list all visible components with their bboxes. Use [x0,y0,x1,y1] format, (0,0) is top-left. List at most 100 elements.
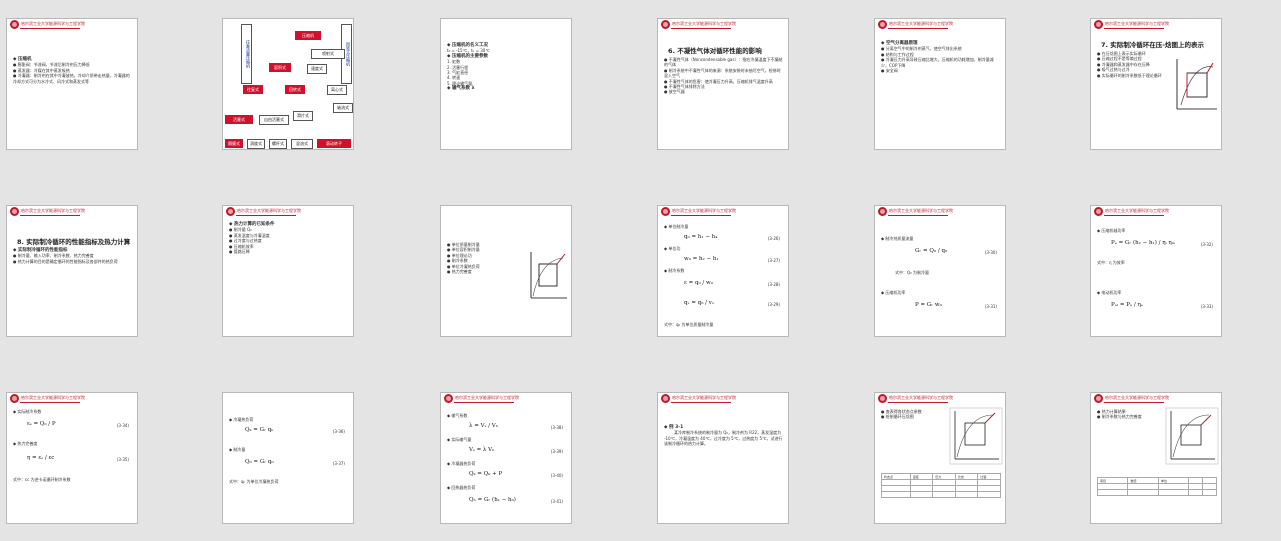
slide-thumbnail-5[interactable]: 哈尔滨工业大学能源科学与工程学院 ◆ 空气分离器原理 ● 分离空气中的制冷剂蒸气… [874,18,1006,150]
slide-header: 哈尔滨工业大学能源科学与工程学院 [658,393,788,406]
bullet: ◆ 制冷系数 [664,268,685,273]
slide-thumbnail-9[interactable]: ● 单位质量制冷量 ● 单位容积制冷量 ● 单位理论功 ● 制冷系数 ● 单位冷… [440,205,572,337]
slide-header: 哈尔滨工业大学能源科学与工程学院 [1091,206,1221,219]
equation-number: (3-37) [332,461,345,466]
slide-thumbnail-4[interactable]: 哈尔滨工业大学能源科学与工程学院 6. 不凝性气体对循环性能的影响 ● 不凝性气… [657,18,789,150]
node-axial: 轴流式 [333,103,353,113]
university-logo-icon [661,20,670,29]
slide-thumbnail-7[interactable]: 哈尔滨工业大学能源科学与工程学院 8. 实际制冷循环的性能指标及热力计算 ◆ 实… [6,205,138,337]
slide-title: 8. 实际制冷循环的性能指标及热力计算 [17,238,131,246]
ph-diagram-icon [1176,59,1217,110]
equation: q₀ = h₁ − h₄ [684,234,718,240]
bullet: 式中：Q₀ 为制冷量 [895,270,930,275]
slide-body: ◆ 压缩机 ● 膨胀阀：节流阀，节流后制冷剂压力降低 ● 蒸发器：冷媒在其中蒸发… [13,57,132,84]
university-logo-icon [661,207,670,216]
bullet: ◆ 电动机功率 [1097,290,1122,295]
bullet: ● 热力完善度 [447,269,472,275]
bullet: ● 制冷系统中不凝性气体的来源：系统安装时未抽尽空气，检修时混入空气 [664,67,781,79]
bullet: ◆ 热力完善度 [13,441,38,446]
equation-number: (3-33) [1200,304,1213,309]
university-logo-icon [661,394,670,403]
university-logo-icon [1094,20,1103,29]
node-vortex: 涡旋式 [247,139,265,149]
bullet: ◆ 实际输气量 [447,437,472,442]
bullet: ◆ 冷凝器热负荷 [447,461,476,466]
slide-body: ● 查表得各状态点参数 ● 绘制循环压焓图 [881,409,945,420]
bullet: ● 制冷系数与热力完善度 [1097,414,1142,420]
bullet: ● 冷凝压力升高导致压缩比增大，压缩机的功耗增加，制冷量减少，COP下降 [881,57,994,68]
equation-number: (3-38) [550,425,563,430]
slide-thumbnail-17[interactable]: 哈尔滨工业大学能源科学与工程学院 ● 查表得各状态点参数 ● 绘制循环压焓图 状… [874,392,1006,524]
node-rotary: 回转式 [285,85,305,94]
university-logo-icon [1094,207,1103,216]
equation: Gᵣ = Q₀ / q₀ [915,248,948,254]
equation-number: (3-39) [550,449,563,454]
slide-thumbnail-16[interactable]: 哈尔滨工业大学能源科学与工程学院 ◆ 例 3-1 某冷库制冷系统的制冷量为 Q₀… [657,392,789,524]
slide-thumbnail-15[interactable]: 哈尔滨工业大学能源科学与工程学院 ◆ 输气系数 λ = Vₛ / Vₕ (3-3… [440,392,572,524]
university-logo-icon [878,207,887,216]
slide-thumbnail-1[interactable]: 哈尔滨工业大学能源科学与工程学院 ◆ 压缩机 ● 膨胀阀：节流阀，节流后制冷剂压… [6,18,138,150]
node-mixed: 混流式 [291,139,313,149]
equation-number: (3-32) [1200,242,1213,247]
slide-thumbnail-6[interactable]: 哈尔滨工业大学能源科学与工程学院 7. 实际制冷循环在压-焓图上的表示 ● 在压… [1090,18,1222,150]
bullet: ◆ 单位功 [664,246,681,251]
equation-number: (3-27) [767,258,780,263]
slide-body: ◆ 空气分离器原理 ● 分离空气中的制冷剂蒸气，使空气排出系统 ● 结构与工作过… [881,41,1000,73]
slide-thumbnail-12[interactable]: 哈尔滨工业大学能源科学与工程学院 ◆ 压缩机轴功率 Pₑ = Gᵣ (h₂ − … [1090,205,1222,337]
university-logo-icon [878,20,887,29]
equation-number: (3-35) [116,457,129,462]
slide-thumbnail-18[interactable]: 哈尔滨工业大学能源科学与工程学院 ● 热力计算结果 ● 制冷系数与热力完善度 项… [1090,392,1222,524]
node-rolling: 滚动转子 [317,139,351,148]
node-piston: 活塞式 [225,115,253,124]
bullet: ◆ 单位制冷量 [664,224,689,229]
bullet: ● 管路压降 [229,249,250,255]
node-free: 自由活塞式 [259,115,289,125]
bullet: ◆ 冷凝热负荷 [229,417,254,422]
equation: w₀ = h₂ − h₁ [684,256,719,262]
university-logo-icon [1094,394,1103,403]
slide-thumbnail-14[interactable]: ◆ 冷凝热负荷 Qₖ = Gᵣ qₖ (3-36) ◆ 制冷量 Q₀ = Gᵣ … [222,392,354,524]
slide-thumbnail-10[interactable]: 哈尔滨工业大学能源科学与工程学院 ◆ 单位制冷量 q₀ = h₁ − h₄ (3… [657,205,789,337]
slide-thumbnail-11[interactable]: 哈尔滨工业大学能源科学与工程学院 ◆ 制冷剂质量流量 Gᵣ = Q₀ / q₀ … [874,205,1006,337]
node-jet: 喷射式 [311,49,345,59]
slide-sorter-grid: 哈尔滨工业大学能源科学与工程学院 ◆ 压缩机 ● 膨胀阀：节流阀，节流后制冷剂压… [0,0,1281,541]
bullet: ◆ 输气系数 λ [447,86,475,92]
node-diaphragm: 隔膜式 [225,139,243,148]
bullet: ● 热力计算的目的是确定循环的性能指标及各部件的热负荷 [13,258,118,264]
slide-thumbnail-8[interactable]: 哈尔滨工业大学能源科学与工程学院 ◆ 热力计算的已知条件 ● 制冷量 Q₀ ● … [222,205,354,337]
university-logo-icon [444,394,453,403]
equation-number: (3-34) [116,423,129,428]
equation-number: (3-31) [984,304,997,309]
slide-header: 哈尔滨工业大学能源科学与工程学院 [658,206,788,219]
slide-thumbnail-2[interactable]: 往复活塞压缩机 回转式压缩机 压缩机 容积式 速度式 喷射式 往复式 回转式 离… [222,18,354,150]
ph-diagram-icon [949,407,1003,465]
equation: Pₑₗ = Pₑ / ηₑ [1111,302,1143,308]
slide-body: ● 在压焓图上表示实际循环 ● 压缩过程不是等熵过程 ● 冷凝器和蒸发器中存在压… [1097,51,1171,78]
equation: qᵥ = q₀ / v₁ [684,300,715,306]
slide-body: ● 热力计算结果 ● 制冷系数与热力完善度 [1097,409,1161,420]
bullet: 式中：η 为效率 [1097,260,1125,265]
bullet: ◆ 输气系数 [447,413,468,418]
university-logo-icon [10,20,19,29]
slide-title: 6. 不凝性气体对循环性能的影响 [668,47,762,55]
state-table: 状态点 温度 压力 比焓 比容 [881,473,1001,498]
equation-number: (3-28) [767,282,780,287]
bullet: ● 不凝性气体（Noncondensable gas）：指在冷凝温度下不凝结的气… [664,57,783,68]
slide-thumbnail-3[interactable]: ◆ 压缩机的名义工况 t₀ = -15℃，tₖ = 30℃ ◆ 压缩机的主要参数… [440,18,572,150]
slide-title: 7. 实际制冷循环在压-焓图上的表示 [1101,41,1204,49]
bullet: 式中：qₖ 为单位冷凝热负荷 [229,479,279,484]
slide-header: 哈尔滨工业大学能源科学与工程学院 [658,19,788,32]
equation: P = Gᵣ w₀ [915,302,942,308]
equation: Qₖ = Gᵣ qₖ [245,427,274,433]
bullet: ◆ 压缩机功率 [881,290,906,295]
university-logo-icon [878,394,887,403]
equation: Qₕ = Gᵣ (h₁ − h₆) [469,497,516,503]
bullet: ● 实际循环的制冷系数低于理论循环 [1097,72,1162,78]
university-name: 哈尔滨工业大学能源科学与工程学院 [21,21,85,26]
slide-thumbnail-13[interactable]: 哈尔滨工业大学能源科学与工程学院 ◆ 实际制冷系数 εₛ = Q₀ / P (3… [6,392,138,524]
slide-body: ◆ 实际制冷循环的性能指标 ● 制冷量、输入功率、制冷系数、热力完善度 ● 热力… [13,248,132,264]
equation-number: (3-29) [767,302,780,307]
slide-body: ◆ 例 3-1 某冷库制冷系统的制冷量为 Q₀，制冷剂为 R22，蒸发温度为 -… [664,425,783,447]
slide-header: 哈尔滨工业大学能源科学与工程学院 [875,19,1005,32]
bullet: ● 放空气器 [664,89,685,95]
